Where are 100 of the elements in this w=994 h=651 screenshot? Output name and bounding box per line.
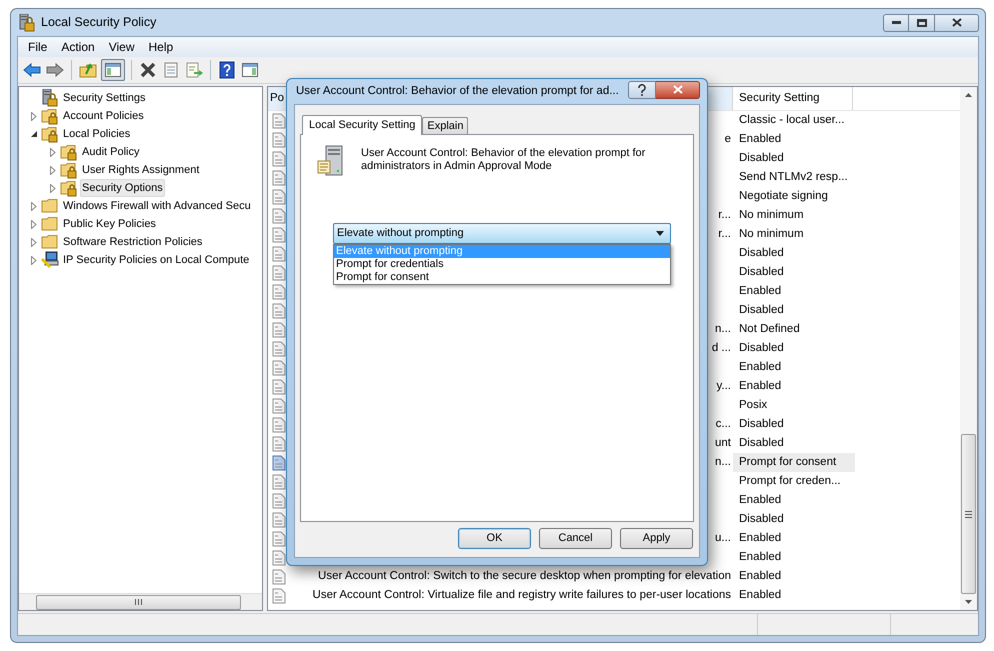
expand-arrow-icon[interactable] (31, 220, 37, 228)
expand-arrow-icon[interactable] (50, 148, 56, 156)
tree-toggle-button[interactable] (101, 59, 125, 81)
minimize-button[interactable] (883, 14, 909, 32)
table-cell[interactable]: No minimum (733, 225, 855, 244)
table-cell[interactable]: Prompt for creden... (733, 472, 855, 491)
delete-icon[interactable] (138, 60, 158, 80)
tree-item[interactable]: Windows Firewall with Advanced Secu (61, 196, 253, 216)
policy-icon (272, 208, 286, 224)
policy-icon (272, 284, 286, 300)
table-cell[interactable]: Prompt for consent (733, 453, 855, 472)
tree-item[interactable]: Public Key Policies (61, 214, 158, 234)
dropdown-option[interactable]: Prompt for consent (334, 271, 670, 284)
table-cell[interactable]: Enabled (733, 358, 855, 377)
policy-icon (272, 226, 286, 242)
dialog-title: User Account Control: Behavior of the elevation prompt for ad... (295, 84, 619, 99)
expand-arrow-icon[interactable] (31, 112, 37, 120)
table-cell-text: n... (715, 454, 731, 470)
table-cell[interactable]: Enabled (733, 491, 855, 510)
policy-icon (272, 454, 286, 470)
table-cell[interactable]: Enabled (733, 282, 855, 301)
dropdown-option[interactable]: Prompt for credentials (334, 258, 670, 271)
policy-icon (272, 588, 286, 604)
table-cell-text: c... (716, 416, 731, 432)
tree-item[interactable]: Security Options (80, 178, 165, 198)
locked-folder-icon (60, 161, 78, 179)
expand-arrow-icon[interactable] (31, 238, 37, 246)
tree-item[interactable]: IP Security Policies on Local Compute (61, 250, 252, 270)
vertical-scrollbar[interactable] (960, 87, 977, 610)
table-cell[interactable]: Enabled (733, 586, 855, 605)
policy-icon (272, 416, 286, 432)
menu-item[interactable]: Action (54, 37, 102, 57)
tree-item[interactable]: Audit Policy (80, 142, 142, 162)
help-icon[interactable] (217, 60, 237, 80)
dialog-button[interactable]: Apply (620, 528, 693, 549)
menu-item[interactable]: Help (142, 37, 180, 57)
table-cell-text: u... (715, 530, 731, 546)
folder-icon (41, 215, 59, 233)
table-cell[interactable]: Disabled (733, 510, 855, 529)
table-cell[interactable]: Disabled (733, 415, 855, 434)
forward-icon[interactable] (45, 60, 65, 80)
collapse-arrow-icon[interactable] (31, 131, 37, 137)
dialog-button[interactable]: OK (458, 528, 531, 549)
column-header[interactable]: Security Setting (733, 87, 853, 110)
tree-item[interactable]: Security Settings (61, 88, 148, 108)
table-cell[interactable]: Disabled (733, 149, 855, 168)
close-button[interactable] (935, 14, 979, 32)
menu-item[interactable]: View (102, 37, 142, 57)
table-cell[interactable]: Classic - local user... (733, 111, 855, 130)
help-button[interactable] (628, 80, 656, 98)
table-cell[interactable]: Enabled (733, 529, 855, 548)
close-button[interactable] (656, 80, 700, 98)
table-cell-text: unt (715, 436, 731, 451)
tree-item[interactable]: Software Restriction Policies (61, 232, 204, 252)
table-cell[interactable]: Enabled (733, 130, 855, 149)
policy-icon (272, 550, 286, 566)
action-pane-icon[interactable] (240, 60, 260, 80)
back-icon[interactable] (22, 60, 42, 80)
table-cell[interactable]: No minimum (733, 206, 855, 225)
tree-item[interactable]: Local Policies (61, 124, 132, 144)
expand-arrow-icon[interactable] (50, 184, 56, 192)
folder-icon (41, 197, 59, 215)
tab[interactable]: Explain (422, 117, 468, 134)
policy-description: User Account Control: Behavior of the elevation prompt for administrators in Admin Approval Mode (361, 146, 646, 173)
window-title: Local Security Policy (41, 14, 156, 32)
dialog-button[interactable]: Cancel (539, 528, 612, 549)
expand-arrow-icon[interactable] (31, 256, 37, 264)
locked-folder-icon (60, 179, 78, 197)
maximize-button[interactable] (909, 14, 935, 32)
policy-icon (272, 530, 286, 546)
policy-icon (272, 188, 286, 204)
tree-item[interactable]: User Rights Assignment (80, 160, 202, 180)
table-cell-text: e (724, 132, 731, 147)
table-cell[interactable]: Disabled (733, 263, 855, 282)
locked-folder-icon (41, 125, 59, 143)
export-icon[interactable] (184, 60, 204, 80)
horizontal-scrollbar[interactable] (19, 593, 262, 610)
policy-icon (272, 378, 286, 394)
policy-icon (272, 322, 286, 338)
table-cell[interactable]: Enabled (733, 377, 855, 396)
policy-icon (272, 492, 286, 508)
policy-icon (272, 264, 286, 280)
expand-arrow-icon[interactable] (31, 202, 37, 210)
tree-item[interactable]: Account Policies (61, 106, 146, 126)
table-cell[interactable]: Disabled (733, 434, 855, 453)
tab[interactable]: Local Security Setting (302, 115, 422, 135)
table-cell[interactable]: Posix (733, 396, 855, 415)
table-cell[interactable]: Enabled (733, 548, 855, 567)
table-cell[interactable]: Negotiate signing (733, 187, 855, 206)
dropdown[interactable]: Elevate without prompting (333, 223, 671, 244)
close-icon (952, 18, 962, 27)
table-cell[interactable]: Disabled (733, 244, 855, 263)
table-cell[interactable]: Enabled (733, 567, 855, 586)
table-cell-text: r... (718, 226, 731, 242)
table-cell[interactable]: Send NTLMv2 resp... (733, 168, 855, 187)
expand-arrow-icon[interactable] (50, 166, 56, 174)
table-cell[interactable]: Disabled (733, 339, 855, 358)
table-cell[interactable]: Disabled (733, 301, 855, 320)
menu-item[interactable]: File (21, 37, 54, 57)
table-cell[interactable]: Not Defined (733, 320, 855, 339)
